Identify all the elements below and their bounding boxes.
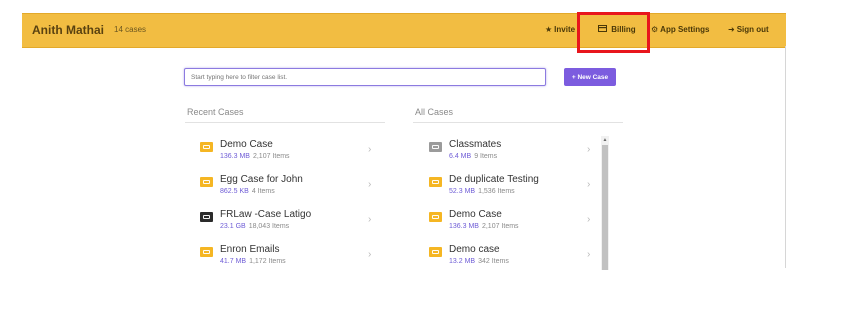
all-case-item[interactable]: Demo Case 136.3 MB 2,107 Items ›	[429, 206, 599, 240]
case-size: 41.7 MB	[220, 258, 247, 265]
case-filter-input[interactable]	[184, 68, 546, 86]
folder-icon	[200, 212, 213, 222]
all-cases-title: All Cases	[415, 107, 454, 117]
folder-icon	[429, 142, 442, 152]
case-name: Egg Case for John	[220, 174, 303, 185]
nav-sign-out[interactable]: ➜ Sign out	[728, 25, 769, 34]
nav-invite-label: Invite	[554, 25, 576, 34]
case-items: 342 Items	[478, 258, 509, 265]
case-meta: 136.3 MB 2,107 Items	[449, 223, 519, 230]
case-items: 9 Items	[474, 153, 498, 160]
case-size: 136.3 MB	[449, 223, 479, 230]
case-meta: 6.4 MB 9 Items	[449, 153, 497, 160]
chevron-right-icon: ›	[587, 179, 591, 190]
case-count: 14 cases	[114, 25, 147, 34]
recent-cases-divider	[185, 122, 385, 123]
case-name: Demo case	[449, 244, 500, 255]
nav-app-settings-label: App Settings	[660, 25, 710, 34]
billing-highlight-box	[577, 12, 650, 53]
case-meta: 23.1 GB 18,043 Items	[220, 223, 289, 230]
folder-icon	[429, 247, 442, 257]
case-items: 1,172 Items	[249, 258, 286, 265]
sign-out-icon: ➜	[728, 25, 735, 34]
case-size: 6.4 MB	[449, 153, 472, 160]
chevron-right-icon: ›	[587, 214, 591, 225]
case-name: Demo Case	[449, 209, 502, 220]
case-meta: 52.3 MB 1,536 Items	[449, 188, 515, 195]
chevron-right-icon: ›	[587, 249, 591, 260]
case-name: Demo Case	[220, 139, 273, 150]
case-name: Enron Emails	[220, 244, 280, 255]
folder-icon	[200, 142, 213, 152]
case-meta: 41.7 MB 1,172 Items	[220, 258, 286, 265]
case-name: Classmates	[449, 139, 502, 150]
all-cases-divider	[413, 122, 623, 123]
case-items: 4 Items	[251, 188, 275, 195]
chevron-right-icon: ›	[368, 214, 372, 225]
case-name: FRLaw -Case Latigo	[220, 209, 312, 220]
all-case-item[interactable]: Classmates 6.4 MB 9 Items ›	[429, 136, 599, 170]
all-cases-scrollbar[interactable]: ▲	[601, 136, 609, 270]
case-meta: 862.5 KB 4 Items	[220, 188, 275, 195]
case-size: 23.1 GB	[220, 223, 246, 230]
case-meta: 13.2 MB 342 Items	[449, 258, 509, 265]
top-navbar: Anith Mathai 14 cases ★ Invite Billing ⚙ A…	[22, 13, 786, 48]
star-icon: ★	[545, 25, 553, 34]
gears-icon: ⚙	[651, 25, 659, 34]
recent-case-item[interactable]: FRLaw -Case Latigo 23.1 GB 18,043 Items ›	[200, 206, 380, 240]
case-items: 18,043 Items	[248, 223, 290, 230]
case-items: 2,107 Items	[252, 153, 290, 160]
folder-icon	[200, 247, 213, 257]
case-items: 2,107 Items	[481, 223, 519, 230]
scrollbar-thumb[interactable]	[602, 145, 608, 270]
all-case-item[interactable]: De duplicate Testing 52.3 MB 1,536 Items …	[429, 171, 599, 205]
nav-invite[interactable]: ★ Invite	[545, 25, 575, 34]
chevron-right-icon: ›	[587, 144, 591, 155]
case-name: De duplicate Testing	[449, 174, 539, 185]
user-name: Anith Mathai	[32, 23, 104, 37]
case-size: 136.3 MB	[220, 153, 250, 160]
chevron-right-icon: ›	[368, 249, 372, 260]
case-size: 862.5 KB	[220, 188, 249, 195]
chevron-right-icon: ›	[368, 144, 372, 155]
recent-cases-title: Recent Cases	[187, 107, 244, 117]
recent-case-item[interactable]: Demo Case 136.3 MB 2,107 Items ›	[200, 136, 380, 170]
right-divider	[785, 46, 786, 268]
scroll-up-icon[interactable]: ▲	[601, 136, 609, 144]
folder-icon	[429, 177, 442, 187]
new-case-button[interactable]: + New Case	[564, 68, 616, 86]
recent-case-item[interactable]: Egg Case for John 862.5 KB 4 Items ›	[200, 171, 380, 205]
nav-sign-out-label: Sign out	[736, 25, 769, 34]
case-meta: 136.3 MB 2,107 Items	[220, 153, 290, 160]
case-size: 13.2 MB	[449, 258, 476, 265]
nav-app-settings[interactable]: ⚙ App Settings	[651, 25, 710, 34]
recent-case-item[interactable]: Enron Emails 41.7 MB 1,172 Items ›	[200, 241, 380, 275]
all-case-item[interactable]: Demo case 13.2 MB 342 Items ›	[429, 241, 599, 275]
folder-icon	[200, 177, 213, 187]
case-size: 52.3 MB	[449, 188, 476, 195]
chevron-right-icon: ›	[368, 179, 372, 190]
folder-icon	[429, 212, 442, 222]
case-items: 1,536 Items	[478, 188, 515, 195]
